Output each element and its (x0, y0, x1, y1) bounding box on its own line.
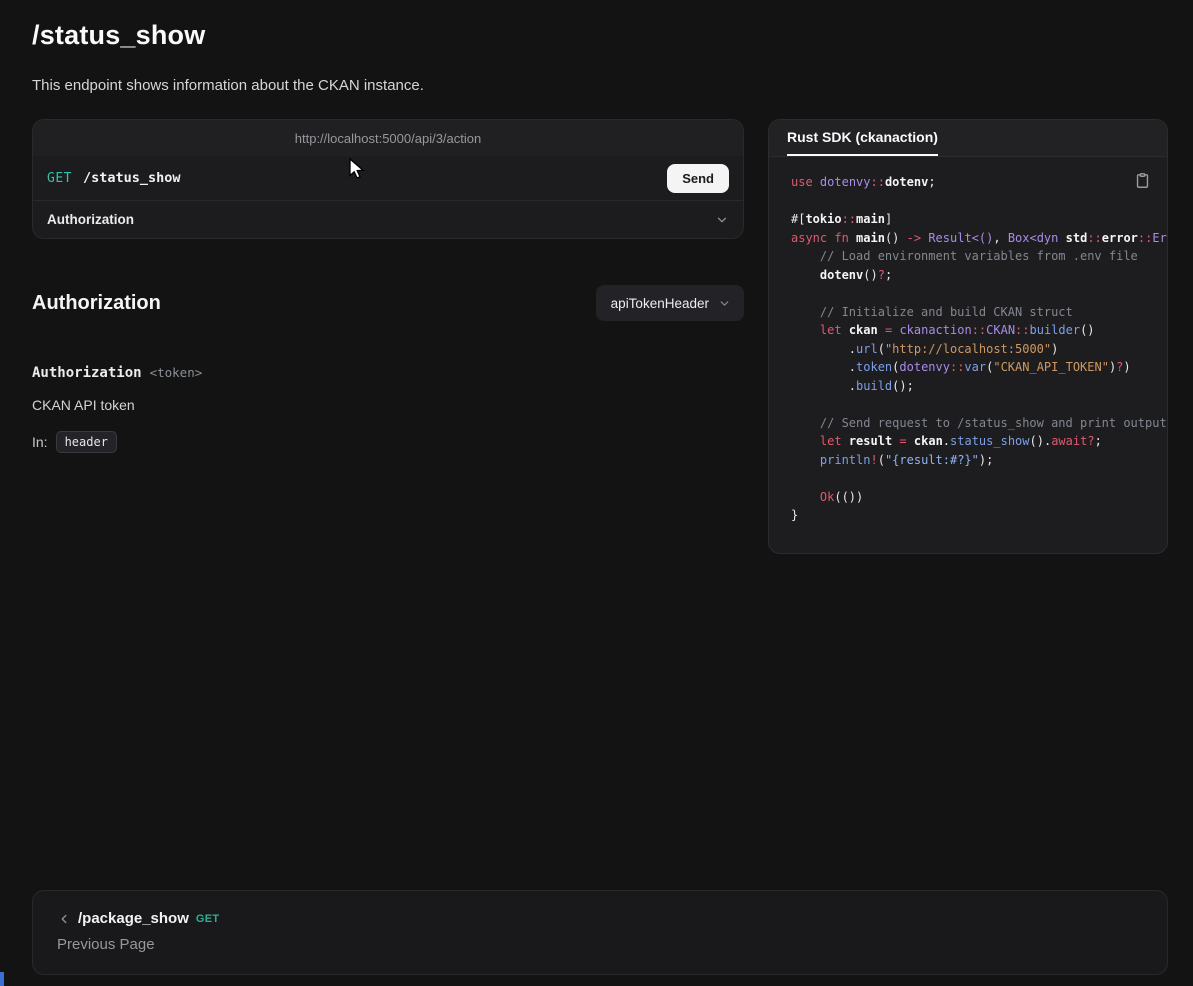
chevron-left-icon (57, 912, 71, 926)
authorization-section: Authorization apiTokenHeader Authorizati… (32, 285, 744, 453)
chevron-down-icon (715, 213, 729, 227)
request-row: GET /status_show Send (33, 156, 743, 200)
endpoint-description: This endpoint shows information about th… (32, 77, 1168, 94)
auth-param-name: Authorization (32, 365, 142, 381)
auth-param-description: CKAN API token (32, 397, 744, 413)
authorization-collapse-row[interactable]: Authorization (33, 200, 743, 238)
clipboard-icon (1134, 172, 1151, 189)
security-scheme-select[interactable]: apiTokenHeader (596, 285, 744, 321)
request-path: /status_show (83, 170, 181, 186)
previous-page-label: Previous Page (57, 936, 1143, 953)
previous-page-title-line: /package_show GET (57, 910, 1143, 927)
chevron-down-icon (718, 297, 731, 310)
code-body: use dotenvy::dotenv; #[tokio::main]async… (769, 157, 1167, 553)
previous-page-method-badge: GET (196, 913, 220, 925)
authorization-row-label: Authorization (47, 212, 134, 227)
auth-in-row: In: header (32, 431, 744, 453)
page-title: /status_show (32, 20, 1168, 51)
auth-param-line: Authorization <token> (32, 365, 744, 381)
authorization-heading: Authorization (32, 292, 161, 315)
base-url-text: http://localhost:5000/api/3/action (295, 131, 481, 146)
security-scheme-value: apiTokenHeader (611, 296, 709, 311)
send-button[interactable]: Send (667, 164, 729, 193)
api-reference-page: /status_show This endpoint shows informa… (0, 0, 1193, 986)
previous-page-title: /package_show (78, 910, 189, 927)
http-method-badge: GET (47, 171, 72, 186)
base-url-bar[interactable]: http://localhost:5000/api/3/action (33, 120, 743, 156)
code-block: use dotenvy::dotenv; #[tokio::main]async… (791, 173, 1167, 525)
auth-in-label: In: (32, 434, 48, 450)
auth-in-value-badge: header (56, 431, 117, 453)
right-column: Rust SDK (ckanaction) use dotenvy::doten… (768, 119, 1168, 554)
request-card: http://localhost:5000/api/3/action GET /… (32, 119, 744, 239)
auth-param-type: <token> (150, 365, 203, 380)
code-sample-panel: Rust SDK (ckanaction) use dotenvy::doten… (768, 119, 1168, 554)
main-row: http://localhost:5000/api/3/action GET /… (32, 119, 1168, 554)
authorization-header: Authorization apiTokenHeader (32, 285, 744, 321)
tab-rust-sdk[interactable]: Rust SDK (ckanaction) (787, 120, 938, 156)
code-panel-header: Rust SDK (ckanaction) (769, 120, 1167, 157)
left-column: http://localhost:5000/api/3/action GET /… (32, 119, 744, 453)
copy-button[interactable] (1132, 170, 1153, 194)
previous-page-card[interactable]: /package_show GET Previous Page (32, 890, 1168, 975)
edge-highlight-mark (0, 972, 4, 986)
